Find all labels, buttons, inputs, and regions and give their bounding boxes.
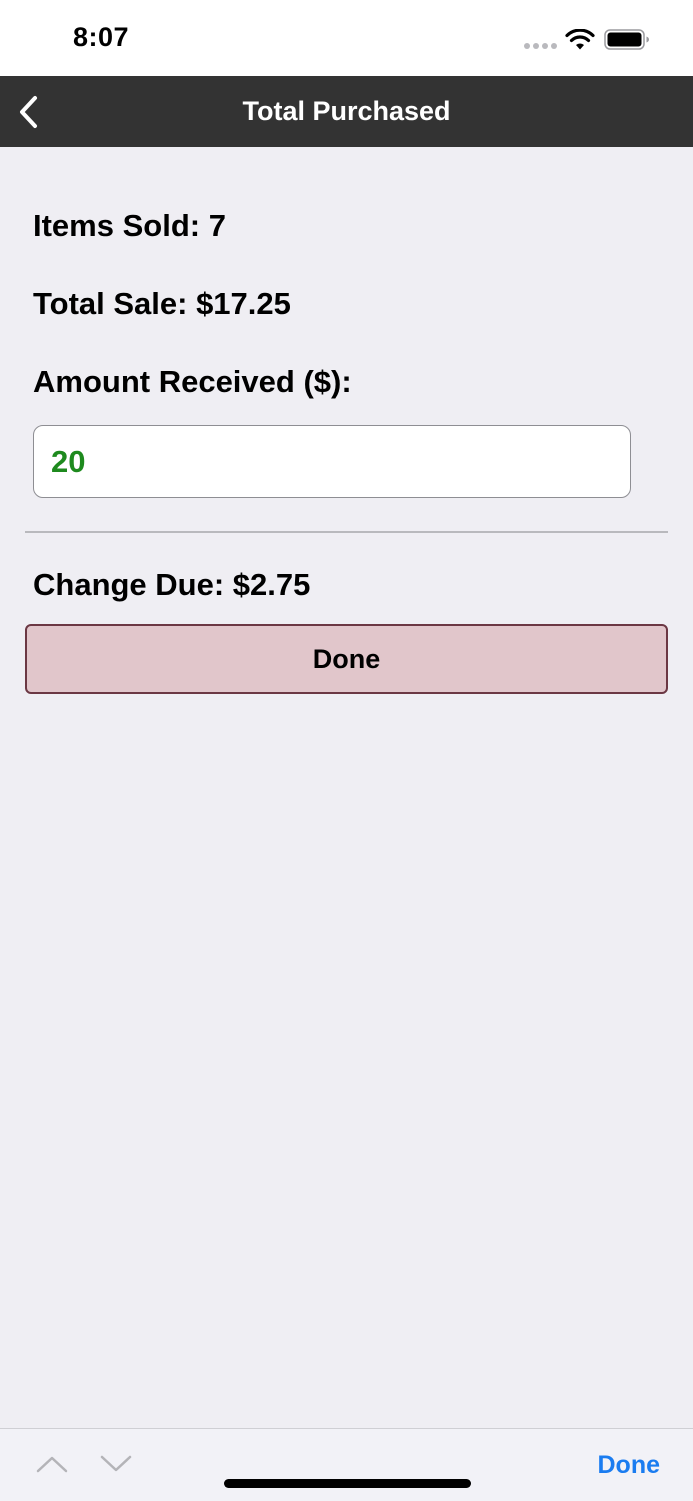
change-due-label: Change Due: $2.75 [33,567,311,602]
navigation-bar: Total Purchased [0,76,693,147]
amount-received-label: Amount Received ($): [33,364,352,399]
items-sold-label: Items Sold: 7 [33,208,226,243]
chevron-down-icon[interactable] [98,1451,134,1477]
home-indicator [224,1479,471,1488]
battery-icon [604,29,649,50]
done-button[interactable]: Done [25,624,668,694]
amount-received-input[interactable] [33,425,631,498]
cellular-signal-icon [524,43,557,49]
status-time: 8:07 [73,22,130,52]
chevron-up-icon[interactable] [34,1451,70,1477]
divider [25,531,668,533]
status-bar: 8:07 [0,0,693,76]
wifi-icon [565,29,595,50]
keyboard-toolbar: Done [0,1428,693,1501]
total-sale-label: Total Sale: $17.25 [33,286,291,321]
keyboard-done-button[interactable]: Done [598,1451,661,1480]
page-title: Total Purchased [242,96,451,126]
